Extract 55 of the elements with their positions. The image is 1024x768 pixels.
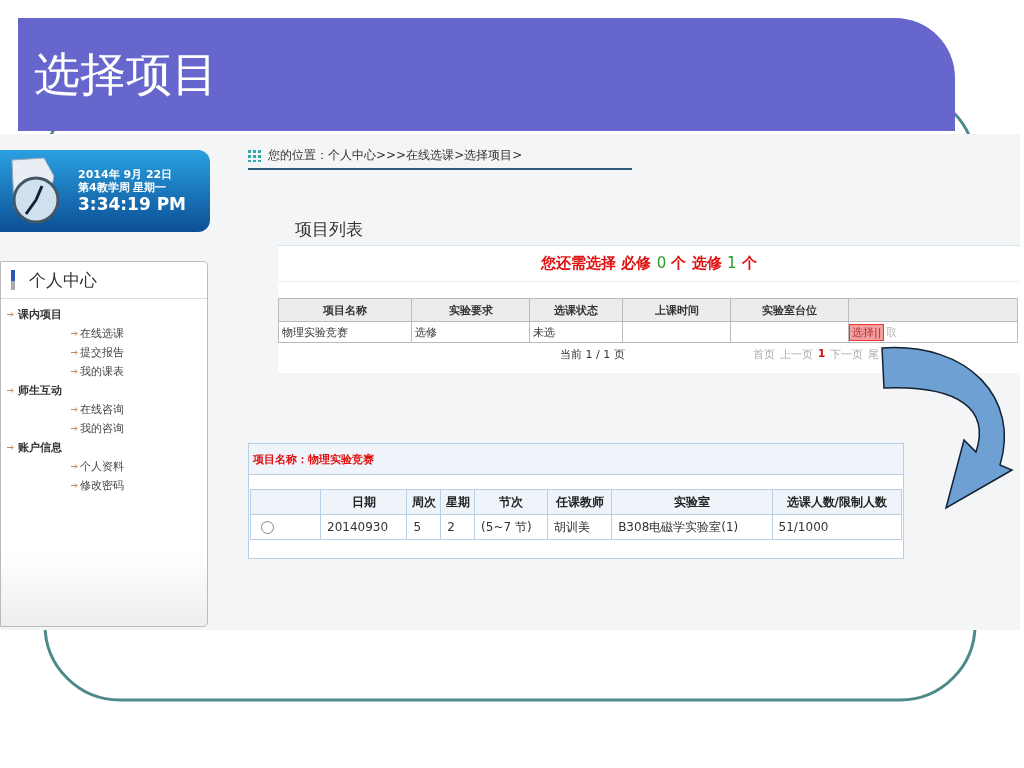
table-cell: 胡训美 [547, 514, 612, 540]
sidebar-title: 个人中心 [29, 268, 97, 292]
arrow-icon [71, 369, 78, 374]
week-text: 第4教学周 星期一 [78, 181, 168, 194]
arrow-icon [7, 388, 14, 393]
table-cell: 5 [406, 514, 441, 540]
column-header: 选课状态 [529, 298, 623, 322]
date-text: 2014年 9月 22日 [78, 168, 174, 181]
slide-title: 选择项目 [34, 45, 218, 103]
detail-title: 项目名称：物理实验竞赛 [253, 451, 374, 467]
list-title: 项目列表 [295, 218, 364, 241]
arrow-icon [71, 407, 78, 412]
menu-item[interactable]: 个人资料 [80, 459, 124, 474]
arrow-icon [71, 464, 78, 469]
breadcrumb: 您的位置：个人中心>>>在线选课>选择项目> [268, 147, 523, 164]
arrow-icon [71, 331, 78, 336]
menu-item[interactable]: 我的课表 [80, 364, 124, 379]
table-cell: 选修 [411, 321, 530, 343]
table-cell: 20140930 [320, 514, 407, 540]
page-indicator: 当前 1 / 1 页 [560, 347, 625, 362]
column-header: 选课人数/限制人数 [772, 489, 902, 515]
column-header: 实验室台位 [730, 298, 849, 322]
column-header: 任课教师 [547, 489, 612, 515]
table-cell: 51/1000 [772, 514, 902, 540]
notice-text: 您还需选择 必修 0 个 选修 1 个 [278, 246, 1020, 282]
menu-group[interactable]: 课内项目 [18, 307, 62, 322]
arrow-icon [7, 312, 14, 317]
menu-item[interactable]: 我的咨询 [80, 421, 124, 436]
menu-item[interactable]: 在线咨询 [80, 402, 124, 417]
time-text: 3:34:19 PM [78, 194, 187, 214]
table-cell: 未选 [529, 321, 623, 343]
column-header: 日期 [320, 489, 407, 515]
table-cell: 物理实验竞赛 [278, 321, 412, 343]
menu-group[interactable]: 账户信息 [18, 440, 62, 455]
menu-item[interactable]: 修改密码 [80, 478, 124, 493]
table-cell: B308电磁学实验室(1) [611, 514, 773, 540]
column-header: 实验室 [611, 489, 773, 515]
table-cell: (5~7 节) [474, 514, 548, 540]
column-header: 星期 [440, 489, 475, 515]
arrow-icon [71, 483, 78, 488]
column-header: 周次 [406, 489, 441, 515]
menu-group[interactable]: 师生互动 [18, 383, 62, 398]
column-header: 实验要求 [411, 298, 530, 322]
page-link[interactable]: 1 [817, 347, 826, 362]
column-header: 项目名称 [278, 298, 412, 322]
dots-icon [248, 149, 262, 162]
column-header: 上课时间 [622, 298, 731, 322]
table-cell: 2 [440, 514, 475, 540]
accent-bar [11, 270, 15, 290]
arrow-icon [71, 426, 78, 431]
menu-item[interactable]: 在线选课 [80, 326, 124, 341]
menu-item[interactable]: 提交报告 [80, 345, 124, 360]
arrow-icon [7, 445, 14, 450]
arrow-icon [71, 350, 78, 355]
column-header: 节次 [474, 489, 548, 515]
